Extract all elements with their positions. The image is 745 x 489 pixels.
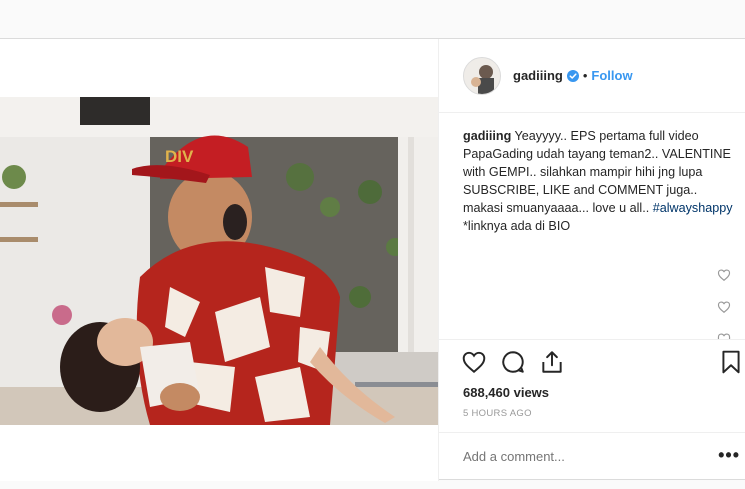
avatar[interactable] bbox=[463, 56, 501, 95]
header-separator: • bbox=[582, 68, 588, 83]
verified-badge-icon bbox=[566, 69, 579, 82]
post-caption: gadiiing Yeayyyy.. EPS pertama full vide… bbox=[463, 127, 733, 235]
caption-hashtag[interactable]: #alwayshappy bbox=[653, 201, 733, 215]
header-username[interactable]: gadiiing bbox=[513, 68, 563, 83]
video-frame-image: DIV bbox=[0, 97, 438, 425]
avatar-image bbox=[464, 57, 500, 94]
bookmark-icon[interactable] bbox=[718, 349, 744, 375]
comment-icon[interactable] bbox=[500, 349, 526, 375]
caption-text-after: *linknya ada di BIO bbox=[463, 219, 571, 233]
post-timestamp[interactable]: 5 HOURS AGO bbox=[463, 408, 532, 419]
views-count[interactable]: 688,460 views bbox=[463, 385, 549, 400]
add-comment-input[interactable] bbox=[463, 449, 703, 464]
small-heart-icon[interactable] bbox=[717, 332, 731, 339]
small-heart-icon[interactable] bbox=[717, 268, 731, 282]
more-options-icon[interactable]: ••• bbox=[718, 445, 740, 466]
post-actions: 688,460 views 5 HOURS AGO ••• bbox=[439, 339, 745, 481]
comment-box: ••• bbox=[439, 432, 745, 482]
video-player[interactable]: DIV bbox=[0, 97, 438, 425]
share-icon[interactable] bbox=[539, 349, 565, 375]
post-media: DIV bbox=[0, 39, 438, 481]
post-frame: DIV gadiiing • Follow gadiiing Yeayyyy..… bbox=[0, 38, 745, 481]
follow-button[interactable]: Follow bbox=[591, 68, 632, 83]
post-sidebar: gadiiing • Follow gadiiing Yeayyyy.. EPS… bbox=[438, 39, 745, 481]
caption-username[interactable]: gadiiing bbox=[463, 129, 511, 143]
post-header: gadiiing • Follow bbox=[439, 39, 745, 113]
heart-icon[interactable] bbox=[461, 349, 487, 375]
small-heart-icon[interactable] bbox=[717, 300, 731, 314]
cap-text: DIV bbox=[165, 147, 194, 166]
